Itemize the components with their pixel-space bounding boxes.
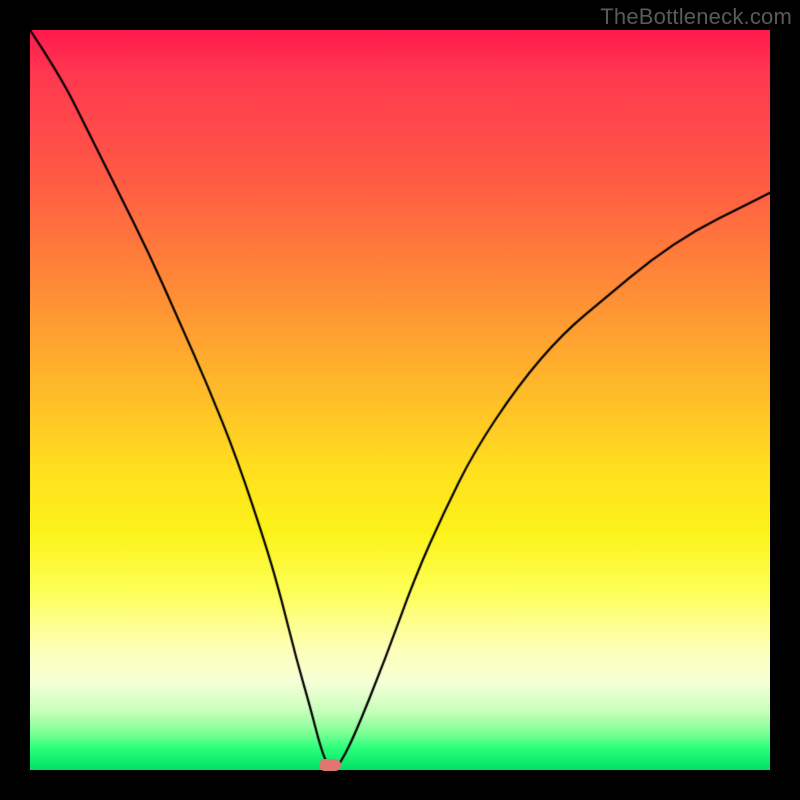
optimal-marker (319, 759, 341, 771)
watermark-text: TheBottleneck.com (600, 4, 792, 30)
chart-stage: TheBottleneck.com (0, 0, 800, 800)
bottleneck-curve-canvas (30, 30, 770, 770)
plot-area (30, 30, 770, 770)
